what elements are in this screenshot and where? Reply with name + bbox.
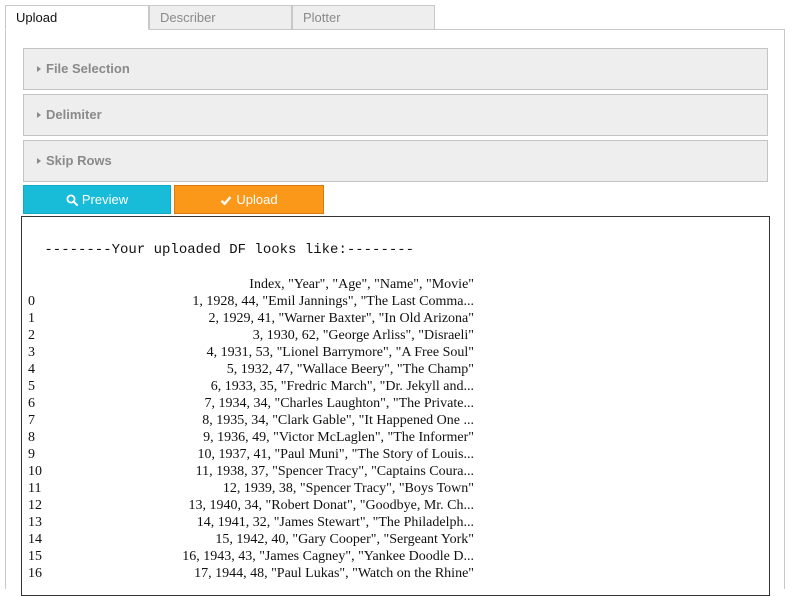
caret-right-icon [37, 112, 41, 118]
row-index: 10 [28, 464, 42, 479]
row-value: 15, 1942, 40, "Gary Cooper", "Sergeant Y… [215, 532, 474, 547]
table-row: 14 15, 1942, 40, "Gary Cooper", "Sergeant… [28, 531, 474, 548]
skip-rows-label: Skip Rows [46, 153, 112, 168]
table-row: 10 11, 1938, 37, "Spencer Tracy", "Captai… [28, 463, 474, 480]
output-title: --------Your uploaded DF looks like:----… [36, 242, 415, 258]
row-index: 13 [28, 515, 42, 530]
tab-bar: Upload Describer Plotter [5, 5, 435, 30]
row-index: 0 [28, 294, 35, 309]
search-icon [66, 194, 78, 206]
row-index: 16 [28, 566, 42, 581]
table-row: 12 13, 1940, 34, "Robert Donat", "Goodbye… [28, 497, 474, 514]
row-value: 6, 1933, 35, "Fredric March", "Dr. Jekyl… [210, 379, 474, 394]
row-value: 13, 1940, 34, "Robert Donat", "Goodbye, … [188, 498, 474, 513]
row-index: 2 [28, 328, 35, 343]
row-value: 7, 1934, 34, "Charles Laughton", "The Pr… [204, 396, 475, 411]
caret-right-icon [37, 158, 41, 164]
index-header [28, 276, 56, 293]
table-row: 11 12, 1939, 38, "Spencer Tracy", "Boys T… [28, 480, 474, 497]
skip-rows-section[interactable]: Skip Rows [23, 140, 768, 182]
row-value: 1, 1928, 44, "Emil Jannings", "The Last … [192, 294, 474, 309]
row-index: 3 [28, 345, 35, 360]
caret-right-icon [37, 66, 41, 72]
row-value: 16, 1943, 43, "James Cagney", "Yankee Do… [182, 549, 474, 564]
upload-label: Upload [236, 192, 278, 207]
file-selection-section[interactable]: File Selection [23, 48, 768, 90]
row-index: 7 [28, 413, 35, 428]
delimiter-label: Delimiter [46, 107, 102, 122]
row-index: 15 [28, 549, 42, 564]
row-value: 5, 1932, 47, "Wallace Beery", "The Champ… [226, 362, 474, 377]
row-value: 2, 1929, 41, "Warner Baxter", "In Old Ar… [208, 311, 474, 326]
row-value: 4, 1931, 53, "Lionel Barrymore", "A Free… [206, 345, 474, 360]
row-value: 12, 1939, 38, "Spencer Tracy", "Boys Tow… [222, 481, 474, 496]
tab-upload[interactable]: Upload [5, 5, 149, 30]
file-selection-label: File Selection [46, 61, 130, 76]
row-value: 9, 1936, 49, "Victor McLaglen", "The Inf… [203, 430, 474, 445]
row-index: 1 [28, 311, 35, 326]
preview-label: Preview [81, 192, 129, 207]
table-row: 13 14, 1941, 32, "James Stewart", "The Ph… [28, 514, 474, 531]
preview-button[interactable]: Preview [23, 185, 171, 214]
row-value: 10, 1937, 41, "Paul Muni", "The Story of… [197, 447, 474, 462]
row-index: 6 [28, 396, 35, 411]
table-row: 0 1, 1928, 44, "Emil Jannings", "The Last… [28, 293, 474, 310]
row-value: 8, 1935, 34, "Clark Gable", "It Happened… [202, 413, 474, 428]
check-icon [221, 196, 232, 206]
row-index: 14 [28, 532, 42, 547]
table-row: 2 3, 1930, 62, "George Arliss", "Disraeli… [28, 327, 474, 344]
table-row: 15 16, 1943, 43, "James Cagney", "Yankee … [28, 548, 474, 565]
table-row: 1 2, 1929, 41, "Warner Baxter", "In Old A… [28, 310, 474, 327]
table-row: 8 9, 1936, 49, "Victor McLaglen", "The In… [28, 429, 474, 446]
table-row: 6 7, 1934, 34, "Charles Laughton", "The P… [28, 395, 474, 412]
delimiter-section[interactable]: Delimiter [23, 94, 768, 136]
row-index: 12 [28, 498, 42, 513]
row-index: 8 [28, 430, 35, 445]
column-header: Index, "Year", "Age", "Name", "Movie" [249, 277, 474, 292]
table-row: 3 4, 1931, 53, "Lionel Barrymore", "A Fre… [28, 344, 474, 361]
row-value: 17, 1944, 48, "Paul Lukas", "Watch on th… [194, 566, 474, 581]
dataframe-output: --------Your uploaded DF looks like:----… [21, 216, 770, 596]
table-row: 9 10, 1937, 41, "Paul Muni", "The Story o… [28, 446, 474, 463]
row-value: 14, 1941, 32, "James Stewart", "The Phil… [196, 515, 474, 530]
row-value: 3, 1930, 62, "George Arliss", "Disraeli" [252, 328, 474, 343]
table-row: 5 6, 1933, 35, "Fredric March", "Dr. Jeky… [28, 378, 474, 395]
row-index: 11 [28, 481, 42, 496]
dataframe-table: Index, "Year", "Age", "Name", "Movie" 01… [28, 276, 474, 582]
tab-plotter[interactable]: Plotter [292, 5, 435, 30]
tab-describer[interactable]: Describer [149, 5, 292, 30]
table-row: 4 5, 1932, 47, "Wallace Beery", "The Cham… [28, 361, 474, 378]
table-row: 16 17, 1944, 48, "Paul Lukas", "Watch on … [28, 565, 474, 582]
upload-button[interactable]: Upload [174, 185, 324, 214]
row-index: 9 [28, 447, 35, 462]
table-row: 7 8, 1935, 34, "Clark Gable", "It Happene… [28, 412, 474, 429]
row-value: 11, 1938, 37, "Spencer Tracy", "Captains… [195, 464, 474, 479]
table-header-row: Index, "Year", "Age", "Name", "Movie" [28, 276, 474, 293]
row-index: 4 [28, 362, 35, 377]
row-index: 5 [28, 379, 35, 394]
